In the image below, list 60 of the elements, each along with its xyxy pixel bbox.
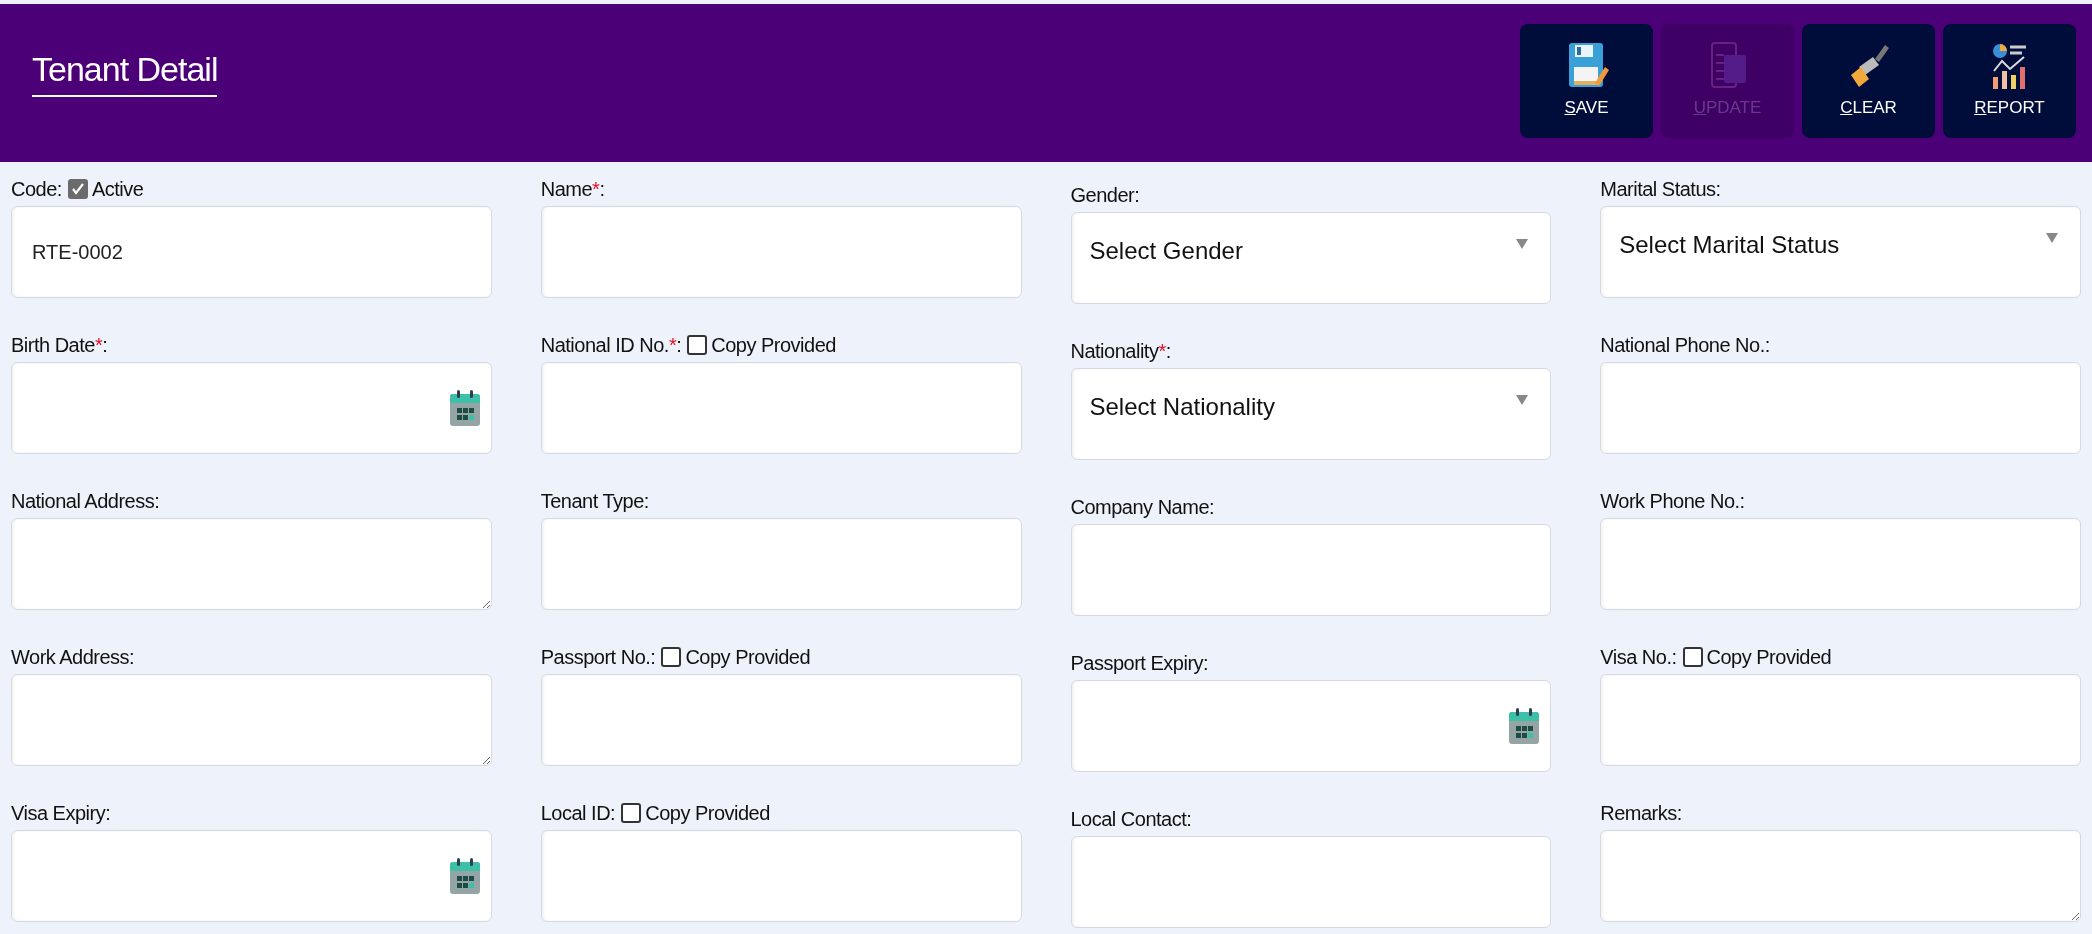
field-label: Local Contact: xyxy=(1070,807,1192,832)
field-label: Visa No.: xyxy=(1600,645,1677,670)
toolbar-button[interactable]: CLEAR xyxy=(1802,24,1935,138)
text-field[interactable]: RTE-0002 xyxy=(11,206,492,298)
text-area[interactable] xyxy=(1600,830,2081,922)
checkbox-label: Copy Provided xyxy=(645,801,770,826)
field-label: Marital Status: xyxy=(1600,177,1721,202)
calendar-icon[interactable] xyxy=(1508,707,1541,745)
dropdown-arrow-icon xyxy=(2046,233,2058,243)
calendar-icon[interactable] xyxy=(448,857,481,895)
text-area[interactable] xyxy=(11,674,492,766)
dropdown-arrow-icon xyxy=(1516,239,1529,249)
text-field[interactable] xyxy=(540,206,1022,298)
text-field[interactable] xyxy=(1600,518,2081,610)
checkbox-label: Active xyxy=(91,177,144,202)
text-field[interactable] xyxy=(1070,524,1552,616)
field-label: Work Address: xyxy=(11,645,135,670)
date-field[interactable] xyxy=(11,362,492,454)
checkbox-label: Copy Provided xyxy=(1706,645,1832,670)
field-label: Tenant Type: xyxy=(540,489,649,514)
field-label: Nationality*: xyxy=(1070,339,1171,364)
field-label: Birth Date*: xyxy=(11,333,108,358)
field-label: Passport Expiry: xyxy=(1070,651,1209,676)
checkbox[interactable] xyxy=(67,179,88,199)
checkbox-label: Copy Provided xyxy=(711,333,836,358)
field-label: Local ID: xyxy=(540,801,616,826)
checkbox[interactable] xyxy=(687,335,708,355)
calendar-icon[interactable] xyxy=(448,389,481,427)
field-label: Passport No.: xyxy=(540,645,656,670)
select-dropdown[interactable]: Select Nationality xyxy=(1070,368,1552,460)
text-field[interactable] xyxy=(1600,674,2081,766)
field-label: Code: xyxy=(11,177,62,202)
text-field[interactable] xyxy=(540,362,1022,454)
text-field[interactable] xyxy=(540,518,1022,610)
text-field[interactable] xyxy=(1070,836,1552,928)
page-title: Tenant Detail xyxy=(32,48,218,97)
dropdown-arrow-icon xyxy=(1516,395,1529,405)
field-label: National Phone No.: xyxy=(1600,333,1770,358)
date-field[interactable] xyxy=(11,830,492,922)
checkbox[interactable] xyxy=(661,647,682,667)
field-label: National ID No.*: xyxy=(540,333,682,358)
text-area[interactable] xyxy=(11,518,492,610)
checkbox[interactable] xyxy=(1682,647,1703,667)
text-field[interactable] xyxy=(540,674,1022,766)
field-label: Name*: xyxy=(540,177,605,202)
checkbox[interactable] xyxy=(621,803,642,823)
text-field[interactable] xyxy=(1600,362,2081,454)
field-label: Company Name: xyxy=(1070,495,1215,520)
text-field[interactable] xyxy=(540,830,1022,922)
field-label: Visa Expiry: xyxy=(11,801,111,826)
toolbar-button[interactable]: REPORT xyxy=(1943,24,2076,138)
field-label: Remarks: xyxy=(1600,801,1682,826)
field-label: National Address: xyxy=(11,489,160,514)
field-label: Work Phone No.: xyxy=(1600,489,1745,514)
toolbar-button[interactable]: SAVE xyxy=(1520,24,1653,138)
select-dropdown[interactable]: Select Marital Status xyxy=(1600,206,2081,298)
select-dropdown[interactable]: Select Gender xyxy=(1070,212,1552,304)
checkbox-label: Copy Provided xyxy=(685,645,811,670)
field-label: Gender: xyxy=(1070,183,1140,208)
date-field[interactable] xyxy=(1070,680,1552,772)
